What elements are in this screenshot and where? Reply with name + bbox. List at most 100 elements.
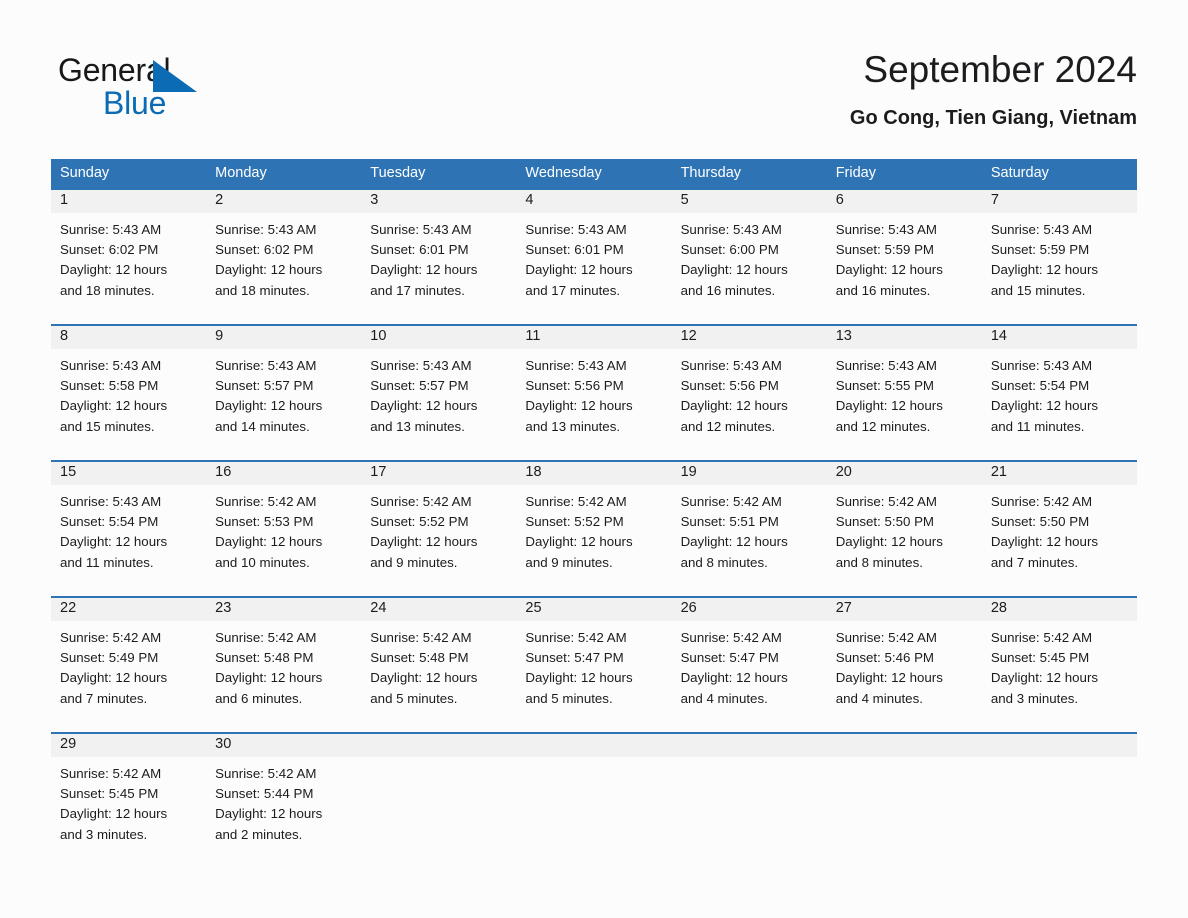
day-cell: Sunrise: 5:42 AM Sunset: 5:45 PM Dayligh… bbox=[51, 757, 206, 863]
sunrise-text: Sunrise: 5:43 AM bbox=[60, 222, 162, 237]
day-cell: Sunrise: 5:43 AM Sunset: 6:01 PM Dayligh… bbox=[516, 213, 671, 324]
week-detail-row: Sunrise: 5:43 AM Sunset: 6:02 PM Dayligh… bbox=[51, 213, 1137, 324]
day-number[interactable]: 19 bbox=[672, 462, 827, 485]
sunrise-text: Sunrise: 5:42 AM bbox=[370, 494, 472, 509]
day-number[interactable]: 3 bbox=[361, 190, 516, 213]
day-number[interactable]: 16 bbox=[206, 462, 361, 485]
day-number[interactable]: 23 bbox=[206, 598, 361, 621]
sunset-text: Sunset: 5:47 PM bbox=[680, 650, 779, 666]
day-number[interactable]: 22 bbox=[51, 598, 206, 621]
day-header-friday: Friday bbox=[835, 165, 876, 181]
daylight-text-line2: and 17 minutes. bbox=[525, 282, 621, 298]
sunset-text: Sunset: 5:57 PM bbox=[370, 378, 469, 394]
daylight-text-line2: and 11 minutes. bbox=[60, 554, 154, 570]
daylight-text-line1: Daylight: 12 hours bbox=[215, 806, 323, 822]
day-number[interactable]: 10 bbox=[361, 326, 516, 349]
daylight-text-line2: and 7 minutes. bbox=[990, 554, 1079, 570]
daylight-text-line2: and 18 minutes. bbox=[60, 282, 155, 298]
day-number[interactable]: 24 bbox=[361, 598, 516, 621]
day-number[interactable]: 20 bbox=[827, 462, 982, 485]
calendar-table: Sunday Monday Tuesday Wednesday Thursday… bbox=[51, 159, 1137, 863]
sunset-text: Sunset: 5:52 PM bbox=[525, 514, 624, 530]
daylight-text-line1: Daylight: 12 hours bbox=[990, 534, 1099, 550]
sunset-text: Sunset: 5:44 PM bbox=[215, 786, 314, 802]
daylight-text-line1: Daylight: 12 hours bbox=[525, 262, 633, 278]
day-number-empty bbox=[671, 734, 827, 757]
day-number[interactable]: 7 bbox=[982, 190, 1137, 213]
calendar-week-row: 15 16 17 18 19 20 21 Sunrise: 5:43 AM Su… bbox=[51, 460, 1137, 596]
day-number[interactable]: 11 bbox=[516, 326, 671, 349]
sunrise-text: Sunrise: 5:43 AM bbox=[835, 222, 937, 237]
daylight-text-line1: Daylight: 12 hours bbox=[835, 670, 943, 686]
day-number[interactable]: 29 bbox=[51, 734, 206, 757]
daylight-text-line1: Daylight: 12 hours bbox=[370, 534, 478, 550]
day-number[interactable]: 14 bbox=[982, 326, 1137, 349]
day-number[interactable]: 30 bbox=[206, 734, 361, 757]
title-block: September 2024 Go Cong, Tien Giang, Viet… bbox=[850, 48, 1137, 130]
day-number[interactable]: 1 bbox=[51, 190, 206, 213]
day-number[interactable]: 18 bbox=[516, 462, 671, 485]
day-cell: Sunrise: 5:43 AM Sunset: 5:57 PM Dayligh… bbox=[206, 349, 361, 460]
day-number[interactable]: 21 bbox=[982, 462, 1137, 485]
daylight-text-line1: Daylight: 12 hours bbox=[680, 262, 788, 278]
daylight-text-line2: and 15 minutes. bbox=[60, 418, 155, 434]
daylight-text-line1: Daylight: 12 hours bbox=[680, 670, 788, 686]
day-number[interactable]: 28 bbox=[982, 598, 1137, 621]
sunrise-text: Sunrise: 5:43 AM bbox=[990, 222, 1093, 237]
day-number[interactable]: 5 bbox=[672, 190, 827, 213]
sunset-text: Sunset: 6:01 PM bbox=[370, 242, 469, 258]
sunset-text: Sunset: 5:51 PM bbox=[680, 514, 779, 530]
day-number-empty bbox=[361, 734, 517, 757]
day-cell: Sunrise: 5:43 AM Sunset: 5:56 PM Dayligh… bbox=[672, 349, 827, 460]
day-cell-empty bbox=[982, 757, 1137, 863]
day-number[interactable]: 2 bbox=[206, 190, 361, 213]
week-day-number-band: 8 9 10 11 12 13 14 bbox=[51, 326, 1137, 349]
daylight-text-line1: Daylight: 12 hours bbox=[215, 398, 323, 414]
day-number[interactable]: 27 bbox=[827, 598, 982, 621]
day-number[interactable]: 13 bbox=[827, 326, 982, 349]
daylight-text-line1: Daylight: 12 hours bbox=[370, 398, 478, 414]
day-number[interactable]: 12 bbox=[672, 326, 827, 349]
sunset-text: Sunset: 5:55 PM bbox=[835, 378, 935, 394]
day-cell: Sunrise: 5:42 AM Sunset: 5:50 PM Dayligh… bbox=[827, 485, 982, 596]
day-number[interactable]: 4 bbox=[516, 190, 671, 213]
day-cell: Sunrise: 5:43 AM Sunset: 6:01 PM Dayligh… bbox=[361, 213, 516, 324]
day-header-sunday: Sunday bbox=[60, 165, 110, 181]
sunset-text: Sunset: 5:45 PM bbox=[990, 650, 1090, 666]
sunrise-text: Sunrise: 5:42 AM bbox=[835, 630, 937, 645]
general-blue-logo[interactable]: General Blue bbox=[58, 53, 258, 125]
day-number[interactable]: 9 bbox=[206, 326, 361, 349]
daylight-text-line2: and 17 minutes. bbox=[370, 282, 465, 298]
sunrise-text: Sunrise: 5:42 AM bbox=[60, 630, 162, 645]
daylight-text-line1: Daylight: 12 hours bbox=[525, 670, 633, 686]
week-detail-row: Sunrise: 5:42 AM Sunset: 5:45 PM Dayligh… bbox=[51, 757, 1137, 863]
sunset-text: Sunset: 5:50 PM bbox=[835, 514, 935, 530]
day-number[interactable]: 25 bbox=[516, 598, 671, 621]
day-number[interactable]: 17 bbox=[361, 462, 516, 485]
daylight-text-line1: Daylight: 12 hours bbox=[680, 534, 788, 550]
sunset-text: Sunset: 5:45 PM bbox=[60, 786, 159, 802]
day-cell: Sunrise: 5:43 AM Sunset: 6:02 PM Dayligh… bbox=[51, 213, 206, 324]
page-header: General Blue September 2024 Go Cong, Tie… bbox=[0, 0, 1188, 150]
daylight-text-line2: and 13 minutes. bbox=[525, 418, 621, 434]
day-number[interactable]: 26 bbox=[672, 598, 827, 621]
sunrise-text: Sunrise: 5:43 AM bbox=[990, 358, 1093, 373]
daylight-text-line2: and 7 minutes. bbox=[60, 690, 148, 706]
sunrise-text: Sunrise: 5:42 AM bbox=[525, 630, 627, 645]
daylight-text-line1: Daylight: 12 hours bbox=[60, 398, 168, 414]
day-cell: Sunrise: 5:43 AM Sunset: 5:58 PM Dayligh… bbox=[51, 349, 206, 460]
day-number[interactable]: 6 bbox=[827, 190, 982, 213]
day-cell-empty bbox=[361, 757, 516, 863]
daylight-text-line2: and 8 minutes. bbox=[835, 554, 923, 570]
sunrise-text: Sunrise: 5:42 AM bbox=[370, 630, 472, 645]
daylight-text-line2: and 4 minutes. bbox=[680, 690, 768, 706]
day-cell-empty bbox=[672, 757, 827, 863]
daylight-text-line2: and 3 minutes. bbox=[60, 826, 148, 842]
sunset-text: Sunset: 6:00 PM bbox=[680, 242, 779, 258]
day-number[interactable]: 8 bbox=[51, 326, 206, 349]
day-cell: Sunrise: 5:42 AM Sunset: 5:53 PM Dayligh… bbox=[206, 485, 361, 596]
day-number[interactable]: 15 bbox=[51, 462, 206, 485]
sunset-text: Sunset: 5:58 PM bbox=[60, 378, 159, 394]
sunset-text: Sunset: 5:48 PM bbox=[370, 650, 469, 666]
sunrise-text: Sunrise: 5:42 AM bbox=[215, 494, 317, 509]
